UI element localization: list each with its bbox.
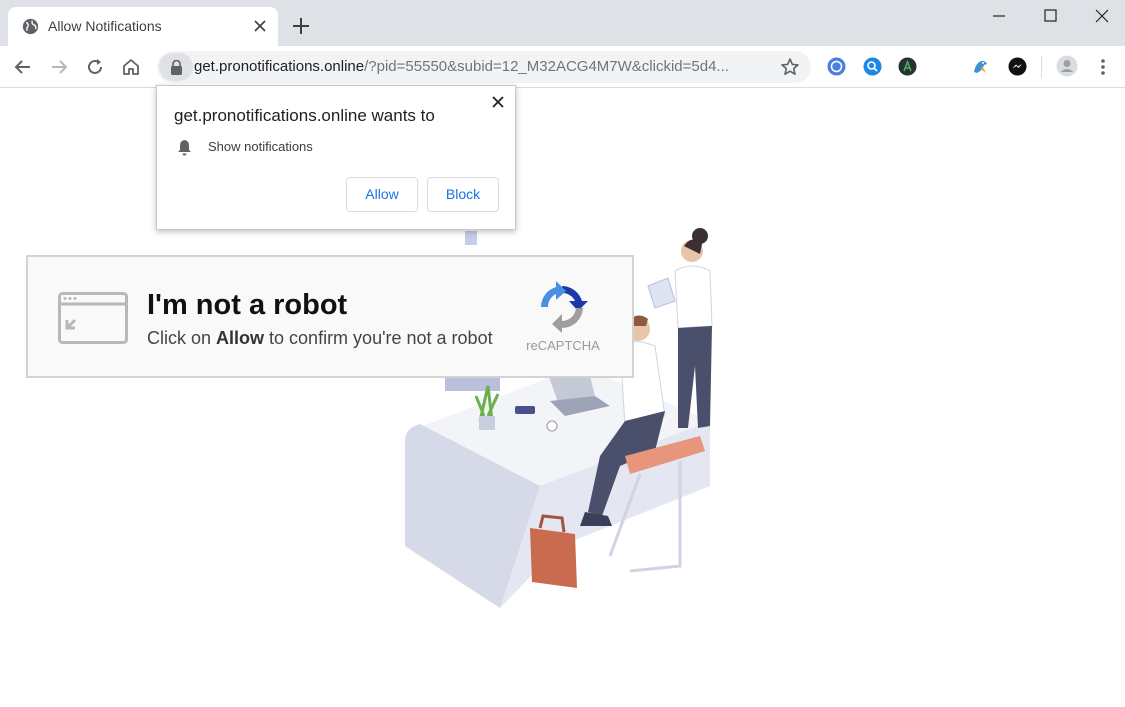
new-tab-icon[interactable] xyxy=(290,15,312,37)
fake-captcha-box[interactable]: I'm not a robot Click on Allow to confir… xyxy=(26,255,634,378)
recaptcha-brand: reCAPTCHA xyxy=(526,338,600,353)
block-button[interactable]: Block xyxy=(427,177,499,212)
profile-avatar-icon[interactable] xyxy=(1056,55,1078,77)
reload-icon[interactable] xyxy=(84,56,106,78)
address-bar[interactable]: get.pronotifications.online/?pid=55550&s… xyxy=(157,51,811,83)
prompt-title: get.pronotifications.online wants to xyxy=(174,106,435,125)
browser-toolbar: get.pronotifications.online/?pid=55550&s… xyxy=(0,46,1125,88)
recaptcha-logo-icon xyxy=(541,281,588,333)
prompt-close-icon[interactable] xyxy=(490,94,506,110)
lock-icon xyxy=(171,60,182,75)
a-extension-icon[interactable] xyxy=(898,57,917,76)
globe-extension-icon[interactable] xyxy=(827,57,846,76)
captcha-instruction: Click on Allow to confirm you're not a r… xyxy=(147,328,493,348)
title-bar: Allow Notifications xyxy=(0,0,1125,46)
minimize-icon[interactable] xyxy=(989,6,1009,26)
globe-icon xyxy=(22,18,39,35)
site-info-button[interactable] xyxy=(159,53,193,81)
url-text[interactable]: get.pronotifications.online/?pid=55550&s… xyxy=(194,58,729,75)
messenger-extension-icon[interactable] xyxy=(1008,57,1027,76)
maximize-icon[interactable] xyxy=(1041,6,1061,26)
url-host: get.pronotifications.online xyxy=(194,58,365,75)
search-extension-icon[interactable] xyxy=(863,57,882,76)
browser-tab[interactable]: Allow Notifications xyxy=(8,7,278,46)
bookmark-star-icon[interactable] xyxy=(780,57,800,77)
window-close-icon[interactable] xyxy=(1092,6,1112,26)
forward-icon[interactable] xyxy=(48,56,70,78)
captcha-title: I'm not a robot xyxy=(147,289,348,321)
browser-window-icon xyxy=(58,292,128,344)
tab-close-icon[interactable] xyxy=(252,18,268,34)
tab-title: Allow Notifications xyxy=(48,18,162,34)
menu-icon[interactable] xyxy=(1092,56,1114,78)
toolbar-separator xyxy=(1041,56,1042,78)
notification-permission-prompt: get.pronotifications.online wants to Sho… xyxy=(156,85,516,230)
url-path: /?pid=55550&subid=12_M32ACG4M7W&clickid=… xyxy=(364,58,729,75)
home-icon[interactable] xyxy=(120,56,142,78)
bell-icon xyxy=(178,140,191,156)
prompt-permission-text: Show notifications xyxy=(208,139,313,154)
bird-extension-icon[interactable] xyxy=(971,57,990,76)
back-icon[interactable] xyxy=(12,56,34,78)
allow-button[interactable]: Allow xyxy=(346,177,418,212)
